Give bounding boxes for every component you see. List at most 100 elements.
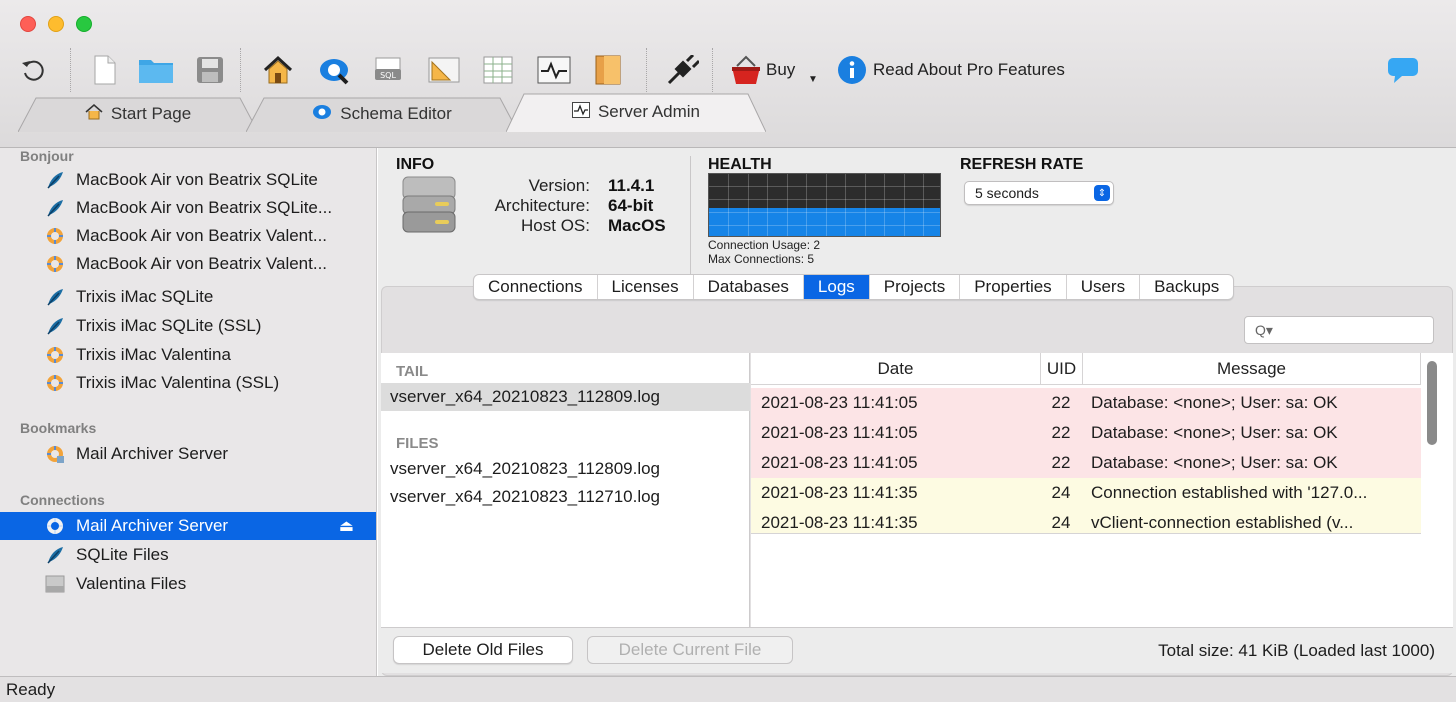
ruler-icon[interactable] [426,52,462,88]
subtab-logs[interactable]: Logs [803,275,870,299]
architecture-label: Architecture: [494,196,590,215]
refresh-rate-heading: REFRESH RATE [960,156,1084,173]
log-file-item[interactable]: vserver_x64_20210823_112710.log [381,483,750,511]
subtab-backups[interactable]: Backups [1140,275,1233,299]
valentina-icon [44,344,66,366]
activity-icon[interactable] [536,52,572,88]
table-row[interactable]: 2021-08-23 11:41:05 22 Database: <none>;… [751,448,1421,478]
sidebar-item[interactable]: Trixis iMac Valentina (SSL) [0,369,376,397]
cell-date: 2021-08-23 11:41:05 [761,423,918,442]
version-label: Version: [528,176,590,195]
schema-icon[interactable] [316,52,352,88]
search-input[interactable]: Q▾ [1244,316,1434,344]
sidebar-item-label: Mail Archiver Server [76,516,229,535]
subtab-users[interactable]: Users [1067,275,1141,299]
cell-message: Connection established with '127.0... [1091,483,1368,502]
sidebar-item[interactable]: MacBook Air von Beatrix SQLite [0,166,376,194]
sidebar-item[interactable]: MacBook Air von Beatrix Valent... [0,250,376,278]
tab-label: Start Page [110,104,192,123]
cell-uid: 22 [1051,423,1071,442]
cell-message: Database: <none>; User: sa: OK [1091,453,1338,472]
valentina-files-icon [44,573,66,595]
sidebar-item[interactable]: Mail Archiver Server [0,440,376,468]
sidebar-item-label: SQLite Files [76,545,169,564]
close-window-button[interactable] [20,16,36,32]
cell-date: 2021-08-23 11:41:35 [761,513,918,532]
updown-arrows-icon: ⇕ [1094,185,1110,201]
cell-date: 2021-08-23 11:41:05 [761,393,918,412]
sidebar-item[interactable]: MacBook Air von Beatrix Valent... [0,222,376,250]
plug-icon[interactable] [664,52,700,88]
basket-icon[interactable] [728,52,764,88]
sidebar-heading-connections: Connections [20,492,105,508]
sql-icon[interactable]: SQL [373,52,407,88]
table-header: Date UID Message [751,353,1421,385]
tail-file-item[interactable]: vserver_x64_20210823_112809.log [381,383,750,411]
sidebar-item[interactable]: Trixis iMac SQLite (SSL) [0,312,376,340]
eject-icon[interactable]: ⏏ [339,516,354,536]
sidebar-item-selected[interactable]: Mail Archiver Server ⏏ [0,512,376,540]
total-size-text: Total size: 41 KiB (Loaded last 1000) [1158,641,1435,660]
subtab-properties[interactable]: Properties [960,275,1067,299]
subtab-projects[interactable]: Projects [870,275,961,299]
sidebar-item[interactable]: Trixis iMac Valentina [0,341,376,369]
server-admin-pane: INFO Version: 11.4.1 Architecture: 64-bi… [378,148,1456,676]
sidebar-item[interactable]: SQLite Files [0,541,376,569]
document-tabs: Start Page Schema Editor Server Admin [0,93,1456,132]
svg-text:SQL: SQL [380,71,396,80]
delete-old-files-button[interactable]: Delete Old Files [393,636,573,664]
save-icon[interactable] [194,52,226,88]
home-icon[interactable] [260,52,296,88]
tab-start-page[interactable]: Start Page [18,96,258,132]
sidebar-heading-bookmarks: Bookmarks [20,420,97,436]
subtab-licenses[interactable]: Licenses [598,275,694,299]
sidebar-item[interactable]: MacBook Air von Beatrix SQLite... [0,194,376,222]
delete-current-file-button[interactable]: Delete Current File [587,636,793,664]
admin-subtabs: Connections Licenses Databases Logs Proj… [473,274,1235,300]
home-icon [85,103,103,125]
table-row[interactable]: 2021-08-23 11:41:05 22 Database: <none>;… [751,418,1421,448]
table-row[interactable]: 2021-08-23 11:41:35 24 Connection establ… [751,478,1421,508]
chat-icon[interactable] [1386,52,1420,88]
column-header-message[interactable]: Message [1083,353,1421,385]
minimize-window-button[interactable] [48,16,64,32]
sidebar-item-label: MacBook Air von Beatrix Valent... [76,254,328,273]
open-folder-icon[interactable] [137,52,175,88]
log-file-item[interactable]: vserver_x64_20210823_112809.log [381,455,750,483]
info-icon[interactable] [836,52,868,88]
tab-schema-editor[interactable]: Schema Editor [246,96,518,132]
valentina-icon [44,372,66,394]
sidebar-item[interactable]: Valentina Files [0,570,376,598]
sidebar-item[interactable]: Trixis iMac SQLite [0,283,376,311]
valentina-icon [44,253,66,275]
column-header-uid[interactable]: UID [1041,353,1083,385]
zoom-window-button[interactable] [76,16,92,32]
column-header-date[interactable]: Date [751,353,1041,385]
table-icon[interactable] [482,52,514,88]
table-row[interactable]: 2021-08-23 11:41:35 24 vClient-connectio… [751,508,1421,533]
refresh-rate-value: 5 seconds [975,185,1039,201]
table-scrollbar[interactable] [1427,361,1437,445]
sidebar-item-label: Trixis iMac Valentina [76,345,231,364]
read-pro-features-link[interactable]: Read About Pro Features [873,60,1065,80]
refresh-icon[interactable] [18,52,48,88]
cell-uid: 24 [1051,483,1071,502]
sqlite-feather-icon [44,286,66,308]
table-row[interactable]: 2021-08-23 11:41:05 22 Database: <none>;… [751,388,1421,418]
chevron-down-icon[interactable]: ▼ [808,74,818,85]
sidebar-item-label: Valentina Files [76,574,187,593]
log-files-list: TAIL vserver_x64_20210823_112809.log FIL… [381,353,750,627]
sidebar-item-label: Trixis iMac Valentina (SSL) [76,373,280,392]
sidebar: Bonjour MacBook Air von Beatrix SQLite M… [0,148,377,676]
subtab-databases[interactable]: Databases [694,275,804,299]
sqlite-feather-icon [44,315,66,337]
new-document-icon[interactable] [90,52,120,88]
book-icon[interactable] [592,52,624,88]
sqlite-feather-icon [44,169,66,191]
cell-uid: 22 [1051,393,1071,412]
activity-icon [571,101,590,123]
refresh-rate-select[interactable]: 5 seconds ⇕ [964,181,1114,205]
tab-server-admin[interactable]: Server Admin [506,92,766,132]
buy-label[interactable]: Buy [766,60,795,80]
subtab-connections[interactable]: Connections [474,275,598,299]
